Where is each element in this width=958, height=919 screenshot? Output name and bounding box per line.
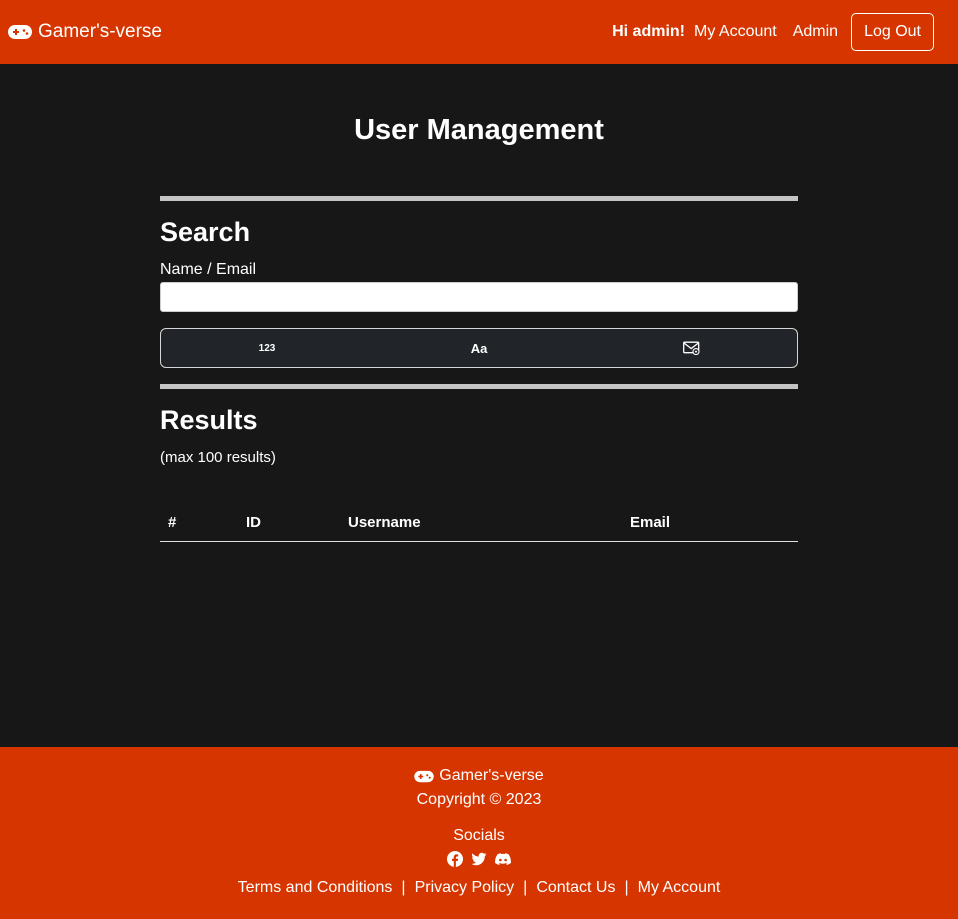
link-separator: | — [523, 879, 528, 896]
results-table: # ID Username Email — [160, 505, 798, 542]
alpha-sort-icon: Aa — [470, 340, 488, 356]
gamepad-icon — [8, 25, 32, 39]
footer: Gamer's-verse Copyright © 2023 Socials T… — [0, 747, 958, 919]
contact-us-link[interactable]: Contact Us — [536, 879, 615, 897]
twitter-icon[interactable] — [471, 851, 487, 867]
logout-button[interactable]: Log Out — [851, 13, 934, 51]
column-header-username: Username — [348, 514, 421, 531]
footer-my-account-link[interactable]: My Account — [638, 879, 721, 897]
divider — [160, 384, 798, 389]
discord-icon[interactable] — [495, 851, 511, 867]
results-heading: Results — [160, 405, 258, 435]
link-separator: | — [624, 879, 629, 896]
search-heading: Search — [160, 217, 251, 247]
brand-name: Gamer's-verse — [38, 21, 162, 42]
facebook-icon[interactable] — [447, 851, 463, 867]
gamepad-icon — [414, 770, 435, 782]
social-icons — [0, 851, 958, 867]
column-header-number: # — [168, 514, 177, 531]
envelope-at-icon — [682, 341, 700, 355]
socials-label: Socials — [453, 827, 505, 844]
column-header-email: Email — [630, 514, 671, 531]
page-title: User Management — [354, 114, 604, 146]
link-separator: | — [401, 879, 406, 896]
name-email-input[interactable] — [160, 282, 798, 312]
footer-links: Terms and Conditions | Privacy Policy | … — [0, 879, 958, 897]
brand-link[interactable]: Gamer's-verse — [8, 21, 162, 43]
my-account-link[interactable]: My Account — [694, 23, 777, 41]
sort-alpha-button[interactable]: Aa — [373, 329, 585, 367]
copyright-text: Copyright © 2023 — [416, 791, 542, 808]
footer-brand: Gamer's-verse — [0, 767, 958, 785]
sort-numeric-button[interactable]: 123 — [161, 329, 373, 367]
admin-link[interactable]: Admin — [793, 23, 838, 41]
divider — [160, 196, 798, 201]
terms-link[interactable]: Terms and Conditions — [238, 879, 393, 897]
nav-menu: Hi admin! My Account Admin Log Out — [612, 13, 934, 51]
name-email-label: Name / Email — [160, 261, 257, 278]
column-header-id: ID — [246, 514, 261, 531]
results-limit-note: (max 100 results) — [160, 449, 276, 466]
greeting-text: Hi admin! — [612, 23, 685, 40]
navbar: Gamer's-verse Hi admin! My Account Admin… — [0, 0, 958, 64]
sort-button-group: 123 Aa — [160, 328, 798, 368]
privacy-policy-link[interactable]: Privacy Policy — [415, 879, 515, 897]
sort-email-button[interactable] — [585, 329, 797, 367]
footer-brand-name: Gamer's-verse — [439, 767, 544, 784]
numeric-sort-icon: 123 — [258, 342, 276, 354]
